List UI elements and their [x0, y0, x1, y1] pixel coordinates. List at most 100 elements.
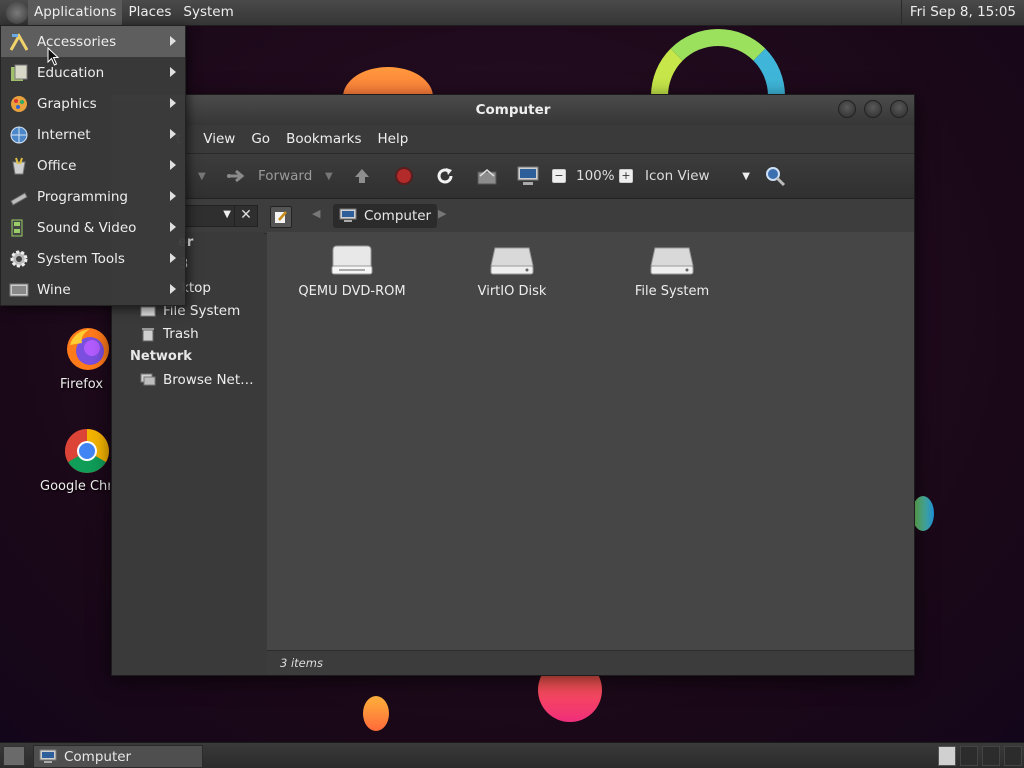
firefox-icon: [67, 328, 109, 370]
programming-icon: [8, 186, 30, 208]
app-menu-item-internet[interactable]: Internet: [1, 119, 185, 150]
breadcrumb-forward-arrow[interactable]: ▶: [438, 207, 446, 220]
submenu-arrow-icon: [170, 253, 176, 263]
optical-drive-icon: [331, 245, 373, 275]
app-menu-item-wine[interactable]: Wine: [1, 274, 185, 305]
gnome-foot-icon[interactable]: [6, 1, 28, 24]
sound-video-icon: [8, 217, 30, 239]
computer-icon: [517, 166, 539, 185]
breadcrumb-computer[interactable]: Computer: [333, 204, 438, 228]
app-menu-item-programming[interactable]: Programming: [1, 181, 185, 212]
taskbar-item-label: Computer: [64, 748, 132, 765]
close-button[interactable]: [890, 100, 908, 118]
top-panel: Applications Places System Fri Sep 8, 15…: [0, 0, 1024, 26]
titlebar[interactable]: Computer: [112, 95, 914, 125]
stop-button[interactable]: [394, 154, 414, 198]
submenu-arrow-icon: [170, 160, 176, 170]
up-button[interactable]: [352, 154, 372, 198]
menu-places[interactable]: Places: [122, 0, 177, 25]
drive-label: QEMU DVD-ROM: [298, 284, 406, 299]
status-bar: 3 items: [267, 650, 914, 675]
desktop-icon-firefox[interactable]: Firefox: [58, 325, 118, 392]
clock[interactable]: Fri Sep 8, 15:05: [900, 0, 1024, 25]
app-menu-item-sound-video[interactable]: Sound & Video: [1, 212, 185, 243]
chevron-down-icon: ▼: [742, 170, 750, 182]
app-menu-item-office[interactable]: Office: [1, 150, 185, 181]
breadcrumb-label: Computer: [364, 208, 432, 224]
drive-label: VirtIO Disk: [477, 284, 547, 299]
system-tools-icon: [8, 248, 30, 270]
minimize-button[interactable]: [838, 100, 856, 118]
location-bar: ▼ ✕ ◀ Computer ▶: [112, 199, 914, 234]
taskbar-item-computer[interactable]: Computer: [33, 745, 203, 768]
submenu-arrow-icon: [170, 67, 176, 77]
search-icon: [766, 167, 786, 187]
reload-button[interactable]: [435, 154, 455, 198]
computer-icon: [39, 749, 57, 763]
submenu-arrow-icon: [170, 222, 176, 232]
sidebar-item-browse-network[interactable]: Browse Net…: [140, 372, 254, 388]
home-button[interactable]: [476, 154, 498, 198]
workspace-switcher-4[interactable]: [1004, 746, 1022, 766]
app-menu-item-education[interactable]: Education: [1, 57, 185, 88]
view-mode-select[interactable]: Icon View ▼: [645, 154, 750, 198]
menu-applications[interactable]: Applications: [28, 0, 123, 25]
menu-system[interactable]: System: [177, 0, 239, 25]
menu-view[interactable]: View: [189, 131, 243, 147]
submenu-arrow-icon: [170, 129, 176, 139]
app-menu-label: Internet: [37, 126, 91, 143]
app-menu-label: Wine: [37, 281, 71, 298]
app-menu-item-system-tools[interactable]: System Tools: [1, 243, 185, 274]
sidebar-header-network: Network: [130, 349, 192, 364]
app-menu-label: Programming: [37, 188, 128, 205]
sidebar-item-label: Browse Net…: [163, 372, 254, 388]
drive-virtio-disk[interactable]: VirtIO Disk: [447, 244, 577, 299]
workspace-switcher[interactable]: [938, 746, 956, 766]
sidebar-item-trash[interactable]: Trash: [140, 326, 199, 342]
zoom-in-button[interactable]: +: [619, 154, 633, 198]
back-dropdown[interactable]: ▼: [198, 154, 206, 198]
chevron-down-icon: ▼: [325, 170, 333, 182]
icon-view: QEMU DVD-ROM VirtIO Disk File System: [267, 232, 914, 650]
drive-file-system[interactable]: File System: [607, 244, 737, 299]
app-menu-item-accessories[interactable]: Accessories: [1, 26, 185, 57]
desktop-icon-label: Google Chr: [40, 479, 110, 494]
menu-bookmarks[interactable]: Bookmarks: [278, 131, 369, 147]
edit-location-button[interactable]: [270, 206, 292, 228]
forward-button[interactable]: Forward: [226, 154, 312, 198]
show-desktop-button[interactable]: [3, 746, 25, 766]
search-button[interactable]: [764, 154, 786, 198]
desktop-icon-chrome[interactable]: Google Chr: [40, 427, 110, 494]
breadcrumb-back-arrow[interactable]: ◀: [312, 207, 320, 220]
view-mode-label: Icon View: [645, 168, 710, 184]
graphics-icon: [8, 93, 30, 115]
sidebar-item-label: Trash: [163, 326, 199, 342]
hard-disk-icon: [490, 247, 534, 275]
drive-qemu-dvd-rom[interactable]: QEMU DVD-ROM: [287, 244, 417, 299]
maximize-button[interactable]: [864, 100, 882, 118]
internet-icon: [8, 124, 30, 146]
computer-icon: [339, 208, 357, 222]
menu-go[interactable]: Go: [243, 131, 278, 147]
workspace-switcher-3[interactable]: [982, 746, 1000, 766]
zoom-out-button[interactable]: −: [552, 154, 566, 198]
app-menu-item-graphics[interactable]: Graphics: [1, 88, 185, 119]
desktop-teal-blob: [912, 496, 934, 531]
zoom-in-icon: +: [619, 169, 633, 183]
computer-button[interactable]: [516, 154, 540, 198]
desktop-small-orange-blob: [363, 696, 389, 731]
close-sidebar-button[interactable]: ✕: [234, 205, 258, 227]
chevron-down-icon: ▼: [223, 209, 231, 220]
submenu-arrow-icon: [170, 98, 176, 108]
workspace-switcher-2[interactable]: [960, 746, 978, 766]
drive-icon: [140, 306, 156, 317]
app-menu-label: System Tools: [37, 250, 125, 267]
zoom-level[interactable]: 100%: [576, 154, 615, 198]
bottom-panel: Computer: [0, 742, 1024, 768]
chevron-down-icon: ▼: [198, 170, 206, 182]
drive-label: File System: [634, 284, 710, 299]
menu-help[interactable]: Help: [370, 131, 417, 147]
forward-dropdown[interactable]: ▼: [325, 154, 333, 198]
wine-icon: [8, 279, 30, 301]
stop-icon: [395, 167, 413, 185]
